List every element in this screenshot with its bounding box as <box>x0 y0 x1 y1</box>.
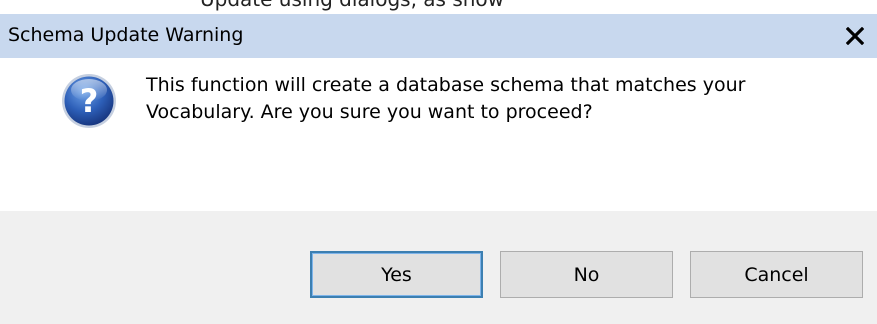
dialog-titlebar[interactable]: Schema Update Warning <box>0 14 877 58</box>
dialog-title: Schema Update Warning <box>8 24 244 46</box>
no-button[interactable]: No <box>500 251 673 298</box>
background-document-fragment: Update using dialogs, as show <box>0 0 877 14</box>
screen: Update using dialogs, as show Schema Upd… <box>0 0 877 324</box>
close-button[interactable] <box>840 22 870 50</box>
close-icon <box>846 27 864 45</box>
yes-button[interactable]: Yes <box>310 251 483 298</box>
cancel-button[interactable]: Cancel <box>690 251 863 298</box>
schema-update-warning-dialog: Schema Update Warning ? This function wi… <box>0 14 877 324</box>
message-line-2: Vocabulary. Are you sure you want to pro… <box>146 101 593 123</box>
message-line-1: This function will create a database sch… <box>146 74 746 96</box>
question-icon: ? <box>62 74 116 128</box>
svg-text:?: ? <box>80 82 99 120</box>
dialog-message: This function will create a database sch… <box>146 72 846 126</box>
background-text: Update using dialogs, as show <box>200 0 504 11</box>
